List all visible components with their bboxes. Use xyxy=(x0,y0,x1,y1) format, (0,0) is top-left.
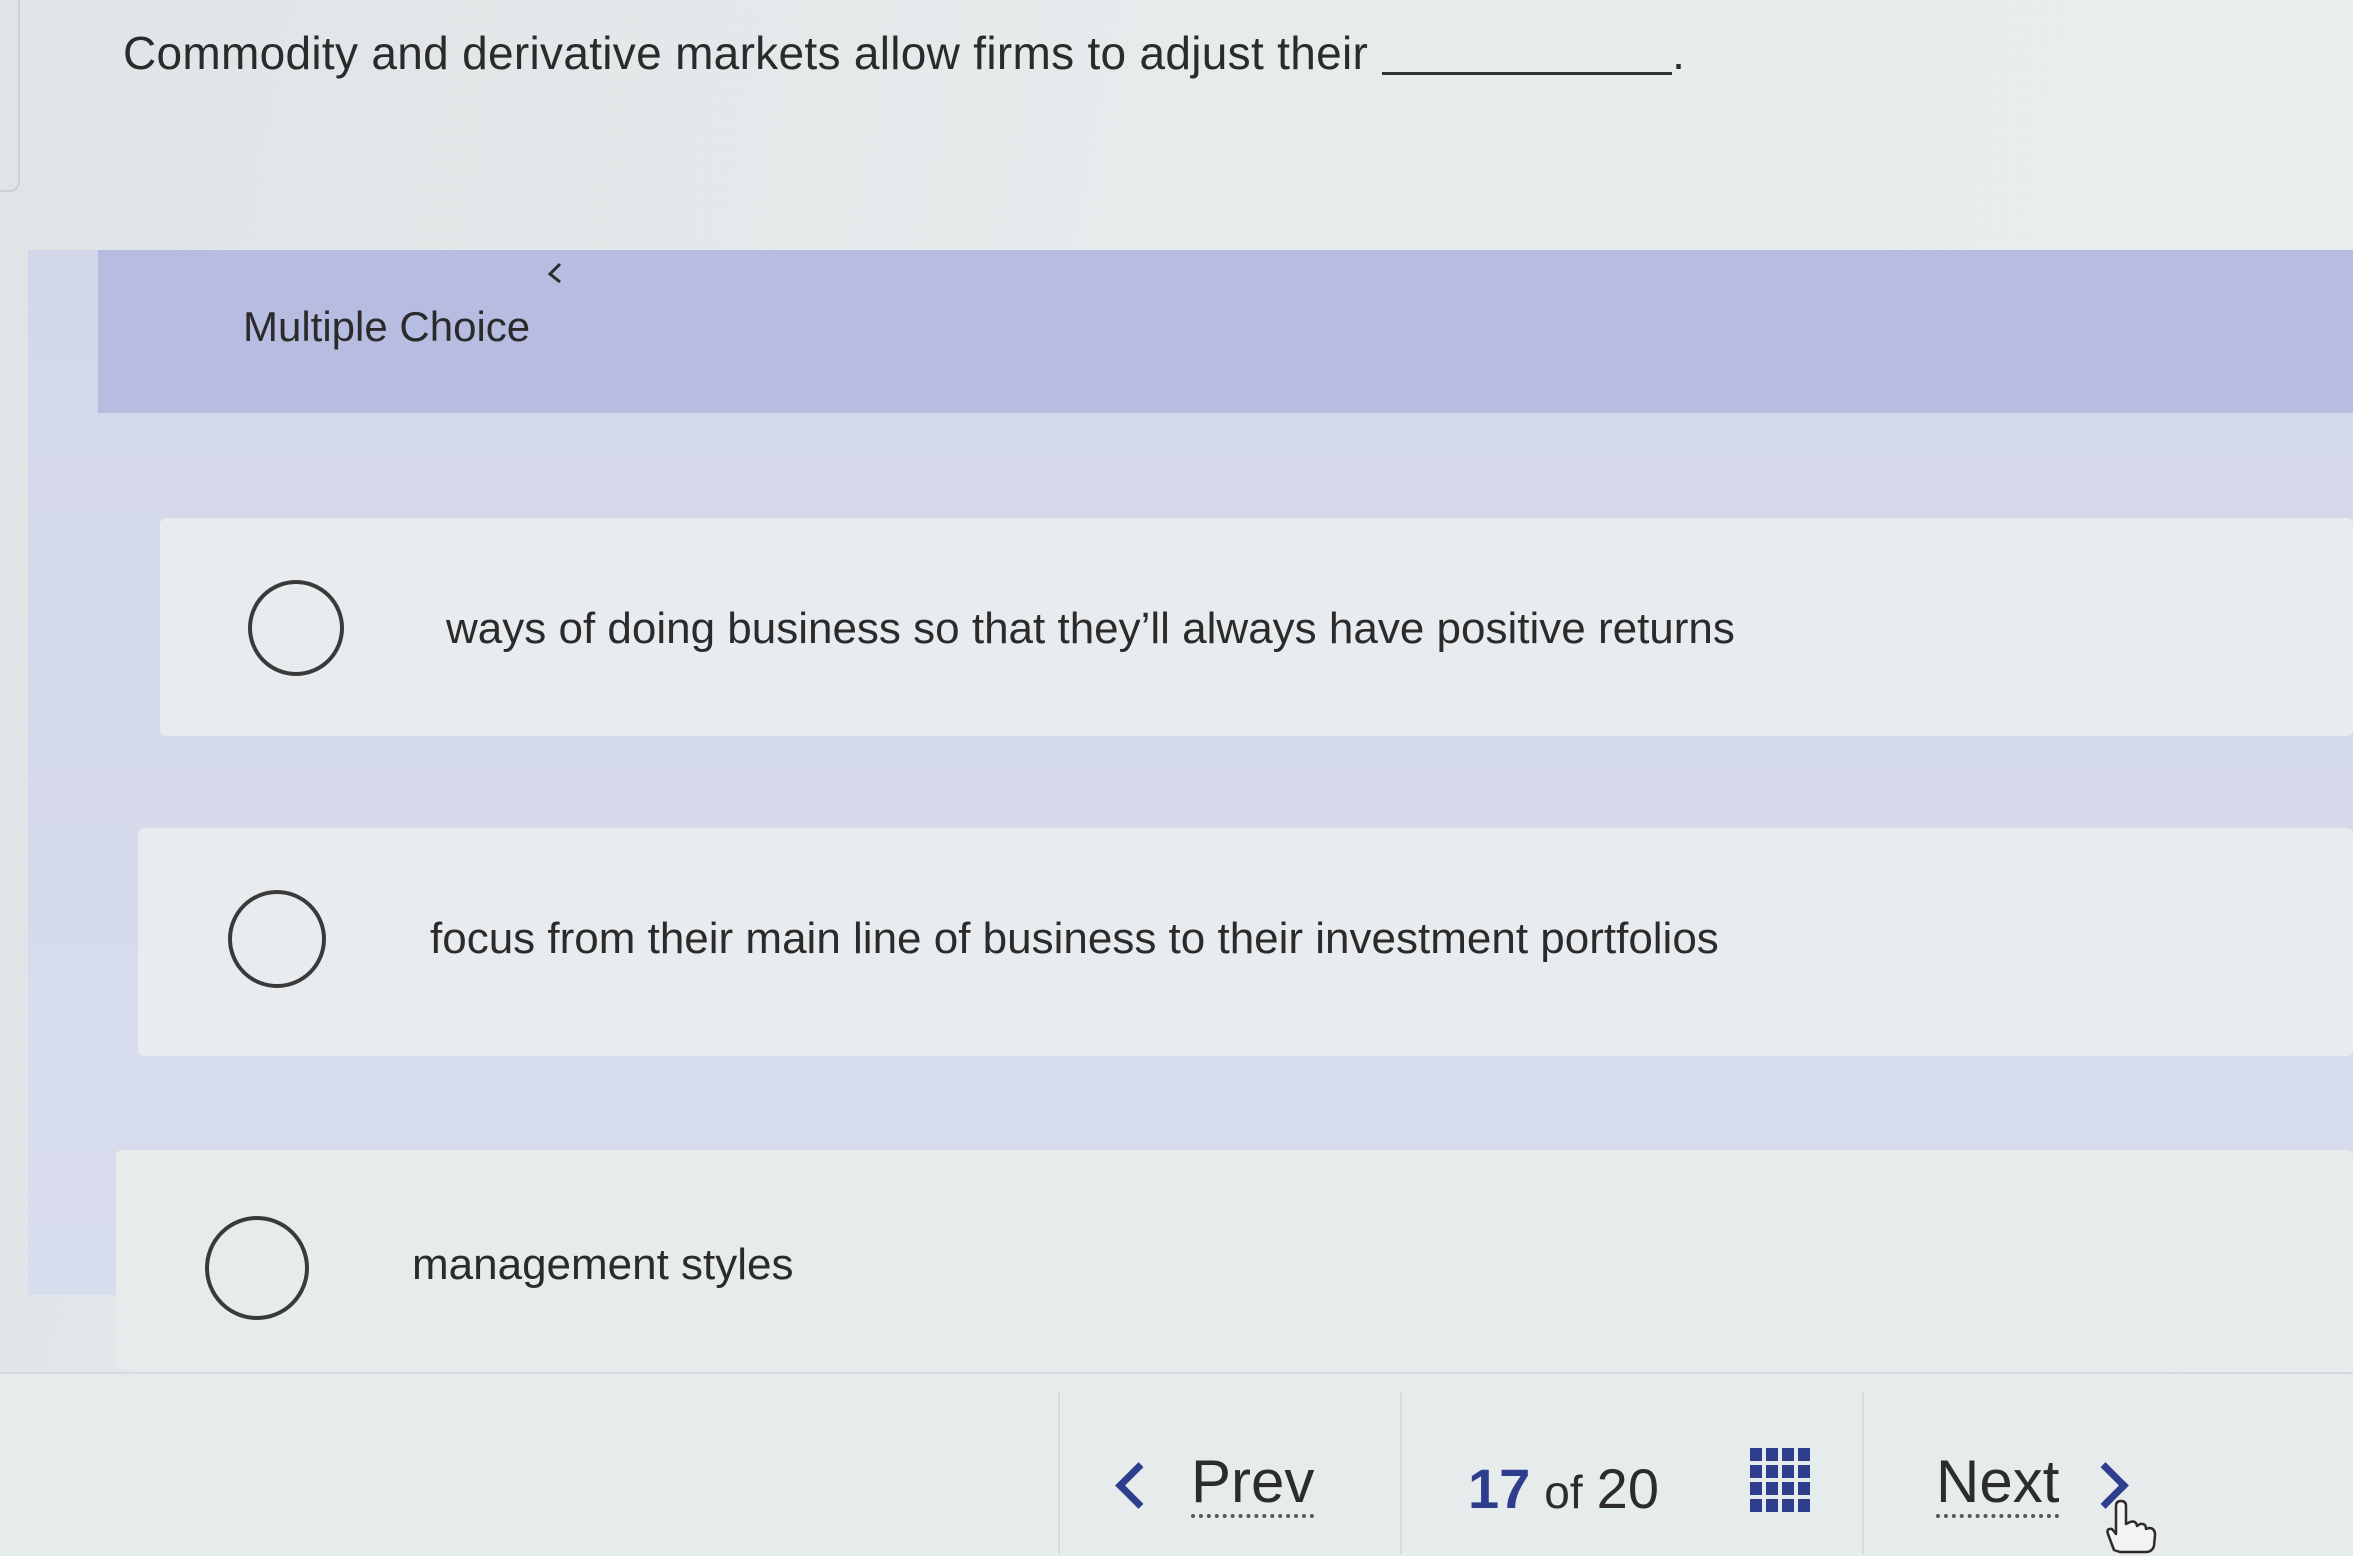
answer-blank xyxy=(1382,72,1673,75)
page-edge xyxy=(0,0,20,192)
question-text: Commodity and derivative markets allow f… xyxy=(123,27,1369,79)
question-grid-icon[interactable] xyxy=(1750,1448,1812,1514)
next-label: Next xyxy=(1936,1452,2060,1518)
option-3-label: management styles xyxy=(412,1240,794,1289)
option-1-label: ways of doing business so that they’ll a… xyxy=(446,604,1735,653)
prev-label: Prev xyxy=(1191,1452,1315,1518)
of-label: of xyxy=(1544,1466,1583,1518)
mouse-pointer-icon xyxy=(547,262,562,284)
current-question: 17 xyxy=(1468,1457,1531,1520)
next-button[interactable]: Next xyxy=(1936,1452,2130,1518)
option-1-radio[interactable] xyxy=(248,580,344,676)
prev-button[interactable]: Prev xyxy=(1115,1452,1315,1518)
question-prompt: Commodity and derivative markets allow f… xyxy=(123,26,1685,80)
chevron-left-icon xyxy=(1115,1461,1162,1509)
hand-pointer-icon xyxy=(2106,1499,2157,1554)
nav-divider xyxy=(1862,1392,1864,1554)
nav-divider xyxy=(1400,1392,1402,1554)
option-3-radio[interactable] xyxy=(205,1216,309,1320)
question-suffix: . xyxy=(1672,27,1686,79)
multiple-choice-label: Multiple Choice xyxy=(243,303,531,350)
question-counter: 17 of 20 xyxy=(1468,1456,1659,1521)
option-2-label: focus from their main line of business t… xyxy=(430,914,1719,963)
option-2-radio[interactable] xyxy=(228,890,326,988)
total-questions: 20 xyxy=(1596,1457,1659,1520)
nav-divider xyxy=(1058,1392,1060,1554)
